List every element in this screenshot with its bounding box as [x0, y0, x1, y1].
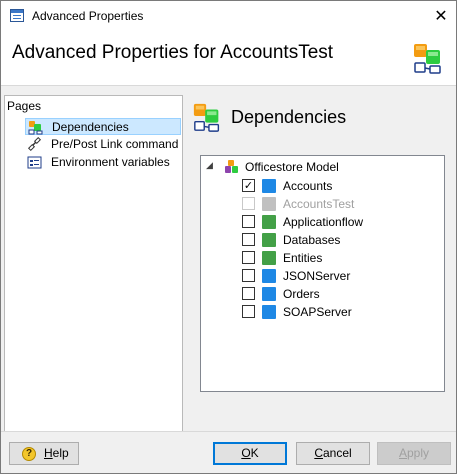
checkbox[interactable]: [242, 215, 255, 228]
checkbox[interactable]: [242, 251, 255, 264]
tree-item-orders[interactable]: Orders: [242, 285, 442, 303]
tree-item-applicationflow[interactable]: Applicationflow: [242, 213, 442, 231]
pages-panel: Pages Dependencies Pre/Post Link command: [4, 95, 183, 432]
dependencies-icon: [28, 121, 43, 135]
help-button[interactable]: ? Help: [9, 442, 79, 465]
apply-button-label: Apply: [398, 446, 430, 460]
project-icon: [262, 251, 276, 265]
page-item-label: Dependencies: [52, 120, 129, 134]
checkbox-disabled: [242, 197, 255, 210]
pages-label: Pages: [7, 99, 42, 113]
apply-button[interactable]: Apply: [377, 442, 451, 465]
tree-item-label: AccountsTest: [283, 197, 355, 211]
page-item-pre-post-link-command[interactable]: Pre/Post Link command: [25, 136, 181, 153]
tree-item-entities[interactable]: Entities: [242, 249, 442, 267]
checkbox[interactable]: [242, 305, 255, 318]
checkbox[interactable]: [242, 287, 255, 300]
dialog-footer: ? Help OK Cancel Apply: [1, 431, 456, 473]
cancel-button-label: Cancel: [314, 446, 352, 460]
checkbox-checked[interactable]: ✓: [242, 179, 255, 192]
project-icon: [262, 269, 276, 283]
project-icon: [262, 287, 276, 301]
tree-item-jsonserver[interactable]: JSONServer: [242, 267, 442, 285]
window-icon: [10, 9, 24, 22]
tree-item-label: SOAPServer: [283, 305, 352, 319]
project-icon: [262, 197, 276, 211]
page-item-label: Pre/Post Link command: [51, 137, 179, 151]
tree-item-label: Accounts: [283, 179, 333, 193]
tree-item-soapserver[interactable]: SOAPServer: [242, 303, 442, 321]
ok-button[interactable]: OK: [213, 442, 287, 465]
tree-item-label: JSONServer: [283, 269, 351, 283]
dependencies-header-icon: [193, 103, 220, 132]
tree-root-label: Officestore Model: [245, 160, 339, 174]
project-icon: [262, 233, 276, 247]
project-icon: [262, 305, 276, 319]
window-title: Advanced Properties: [32, 9, 144, 23]
model-icon: [225, 160, 238, 173]
ok-button-label: OK: [241, 446, 259, 460]
page-item-environment-variables[interactable]: Environment variables: [25, 154, 181, 171]
tree-item-accounts[interactable]: ✓ Accounts: [242, 177, 442, 195]
page-item-label: Environment variables: [51, 155, 170, 169]
tree-item-label: Applicationflow: [283, 215, 364, 229]
tree-item-label: Orders: [283, 287, 320, 301]
tree-item-accountstest: AccountsTest: [242, 195, 442, 213]
close-icon[interactable]: ✕: [426, 1, 456, 31]
dependencies-tree[interactable]: ◢ Officestore Model ✓ Accounts AccountsT…: [200, 155, 445, 392]
expand-caret-icon[interactable]: ◢: [206, 161, 213, 171]
cancel-button[interactable]: Cancel: [296, 442, 370, 465]
advanced-properties-dialog: Advanced Properties ✕ Advanced Propertie…: [0, 0, 457, 474]
section-title: Dependencies: [231, 107, 347, 127]
project-icon: [262, 179, 276, 193]
page-title: Advanced Properties for AccountsTest: [12, 42, 334, 63]
checkbox[interactable]: [242, 269, 255, 282]
content-panel: Dependencies ◢ Officestore Model ✓ Accou…: [188, 95, 456, 432]
tree-item-databases[interactable]: Databases: [242, 231, 442, 249]
dialog-body: Pages Dependencies Pre/Post Link command: [1, 85, 456, 432]
title-bar: Advanced Properties ✕: [1, 1, 456, 31]
tree-item-label: Databases: [283, 233, 341, 247]
dialog-header: Advanced Properties for AccountsTest: [1, 31, 456, 85]
link-command-icon: [27, 137, 42, 152]
help-button-label: Help: [44, 446, 69, 460]
help-icon: ?: [22, 447, 36, 461]
model-logo-icon: [414, 44, 441, 74]
checkbox[interactable]: [242, 233, 255, 246]
page-item-dependencies[interactable]: Dependencies: [25, 118, 181, 135]
project-icon: [262, 215, 276, 229]
tree-item-label: Entities: [283, 251, 323, 265]
environment-variables-icon: [27, 156, 42, 169]
